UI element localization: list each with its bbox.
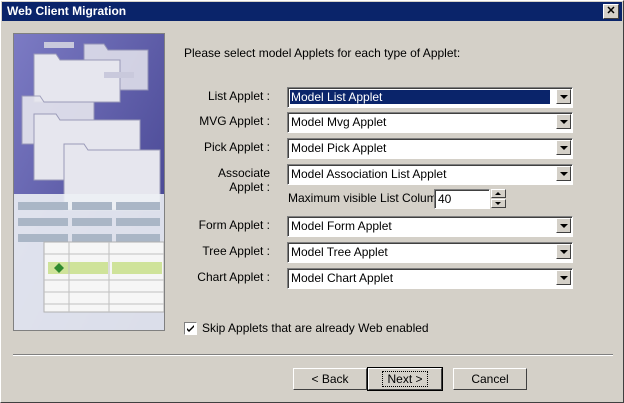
dropdown-arrow-icon[interactable] xyxy=(556,89,571,104)
dropdown-arrow-icon[interactable] xyxy=(556,114,571,129)
dropdown-arrow-icon[interactable] xyxy=(556,166,571,181)
instructions-text: Please select model Applets for each typ… xyxy=(184,46,461,60)
dropdown-arrow-icon[interactable] xyxy=(556,218,571,233)
applet-type-label: Chart Applet : xyxy=(197,270,270,284)
separator xyxy=(13,354,613,356)
applet-type-label: Tree Applet : xyxy=(202,244,270,258)
model-applet-value: Model Tree Applet xyxy=(291,245,388,259)
skip-web-enabled-checkbox[interactable] xyxy=(184,322,197,335)
title-bar: Web Client Migration ✕ xyxy=(2,2,622,21)
spin-up-button[interactable] xyxy=(491,189,506,198)
max-columns-input[interactable]: 40 xyxy=(434,189,490,209)
applet-type-label: Pick Applet : xyxy=(203,140,270,154)
model-applet-value: Model Mvg Applet xyxy=(291,115,387,129)
cancel-button[interactable]: Cancel xyxy=(453,368,527,390)
model-applet-select[interactable]: Model Tree Applet xyxy=(287,242,573,263)
applet-type-label: Associate Applet : xyxy=(217,166,270,194)
model-applet-select[interactable]: Model Form Applet xyxy=(287,216,573,237)
max-columns-label: Maximum visible List Columns xyxy=(288,191,450,205)
checkmark-icon xyxy=(187,325,194,332)
model-applet-value: Model Chart Applet xyxy=(291,271,394,285)
back-button[interactable]: < Back xyxy=(293,368,367,390)
skip-web-enabled-label[interactable]: Skip Applets that are already Web enable… xyxy=(202,321,429,335)
applet-type-label: MVG Applet : xyxy=(199,114,270,128)
model-applet-value: Model Association List Applet xyxy=(291,167,447,181)
spin-down-button[interactable] xyxy=(491,199,506,208)
applet-type-label: Form Applet : xyxy=(198,218,270,232)
model-applet-select[interactable]: Model Pick Applet xyxy=(287,138,573,159)
close-button[interactable]: ✕ xyxy=(603,4,619,19)
model-applet-select[interactable]: Model Chart Applet xyxy=(287,268,573,289)
model-applet-select[interactable]: Model List Applet xyxy=(287,87,573,108)
model-applet-value: Model Form Applet xyxy=(291,219,392,233)
dropdown-arrow-icon[interactable] xyxy=(556,140,571,155)
model-applet-value: Model Pick Applet xyxy=(291,141,387,155)
next-button[interactable]: Next > xyxy=(367,367,443,391)
model-applet-select[interactable]: Model Association List Applet xyxy=(287,164,573,185)
window-title: Web Client Migration xyxy=(7,4,127,18)
model-applet-select[interactable]: Model Mvg Applet xyxy=(287,112,573,133)
dropdown-arrow-icon[interactable] xyxy=(556,244,571,259)
dropdown-arrow-icon[interactable] xyxy=(556,270,571,285)
wizard-illustration xyxy=(13,33,165,331)
close-icon: ✕ xyxy=(606,5,616,17)
model-applet-value: Model List Applet xyxy=(289,89,551,105)
web-client-migration-dialog: Web Client Migration ✕ Please select mod… xyxy=(0,0,624,403)
max-columns-value: 40 xyxy=(438,192,452,206)
applet-type-label: List Applet : xyxy=(207,89,270,103)
